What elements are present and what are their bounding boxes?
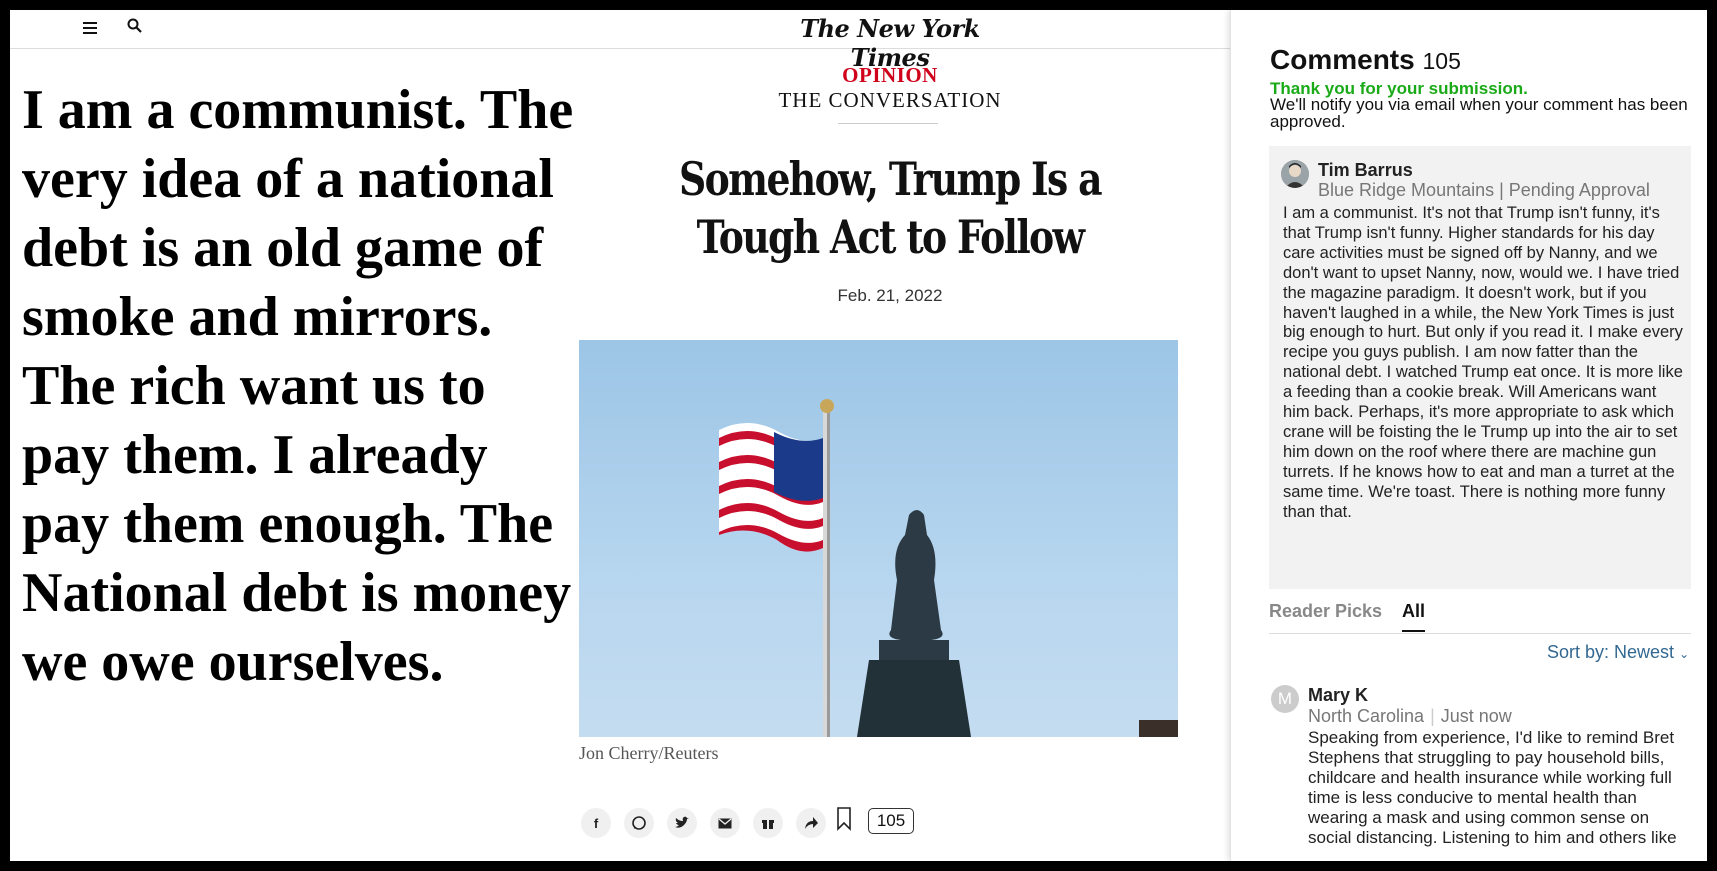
- comments-panel: Comments 105 Thank you for your submissi…: [1230, 10, 1707, 861]
- avatar: [1281, 160, 1309, 188]
- article-date: Feb. 21, 2022: [837, 286, 943, 305]
- comments-count: 105: [1422, 48, 1461, 74]
- commenter-name[interactable]: Mary K: [1308, 685, 1368, 706]
- opinion-kicker[interactable]: OPINION: [720, 63, 1060, 88]
- meta-separator: |: [1430, 706, 1435, 726]
- sort-dropdown[interactable]: Sort by: Newest ⌄: [1547, 642, 1689, 663]
- article-photo: [579, 340, 1178, 737]
- twitter-icon[interactable]: [667, 808, 697, 838]
- chevron-down-icon: ⌄: [1679, 647, 1690, 661]
- statue-silhouette: [857, 510, 971, 737]
- series-label[interactable]: THE CONVERSATION: [720, 88, 1060, 113]
- comment-body: I am a communist. It's not that Trump is…: [1283, 204, 1683, 521]
- divider: [838, 123, 938, 124]
- comments-title: Comments 105: [1270, 44, 1461, 76]
- screenshot-frame: The New York Times I am a communist. The…: [0, 0, 1717, 871]
- top-bar: The New York Times: [10, 10, 1230, 72]
- overlay-quote: I am a communist. The very idea of a nat…: [22, 79, 574, 693]
- tab-all[interactable]: All: [1402, 601, 1426, 632]
- sort-label: Sort by: Newest: [1547, 642, 1675, 662]
- menu-icon[interactable]: [81, 19, 99, 37]
- comments-title-text: Comments: [1270, 44, 1415, 75]
- commenter-meta: Blue Ridge Mountains | Pending Approval: [1318, 180, 1650, 200]
- comment-body: Speaking from experience, I'd like to re…: [1308, 728, 1677, 847]
- commenter-name[interactable]: Tim Barrus: [1318, 160, 1413, 181]
- whatsapp-icon[interactable]: [624, 808, 654, 838]
- comment-tabs: Reader Picks All: [1269, 589, 1691, 634]
- commenter-meta: North Carolina | Just now: [1308, 706, 1512, 727]
- submission-notice: We'll notify you via email when your com…: [1270, 95, 1688, 131]
- bookmark-icon[interactable]: [836, 807, 852, 831]
- search-icon[interactable]: [126, 17, 144, 35]
- comment-count-button[interactable]: 105: [868, 808, 914, 834]
- page: The New York Times I am a communist. The…: [10, 10, 1707, 861]
- share-icon[interactable]: [796, 808, 826, 838]
- photo-credit: Jon Cherry/Reuters: [579, 743, 719, 763]
- comment-time: Just now: [1440, 706, 1512, 726]
- article-headline: Somehow, Trump Is a Tough Act to Follow: [679, 152, 1103, 264]
- avatar: M: [1271, 685, 1299, 713]
- pending-comment: Tim Barrus Blue Ridge Mountains | Pendin…: [1269, 146, 1691, 589]
- american-flag: [719, 422, 823, 552]
- commenter-location: North Carolina: [1308, 706, 1425, 726]
- gift-icon[interactable]: [753, 808, 783, 838]
- facebook-icon[interactable]: f: [581, 808, 611, 838]
- email-icon[interactable]: [710, 808, 740, 838]
- tab-reader-picks[interactable]: Reader Picks: [1269, 601, 1382, 622]
